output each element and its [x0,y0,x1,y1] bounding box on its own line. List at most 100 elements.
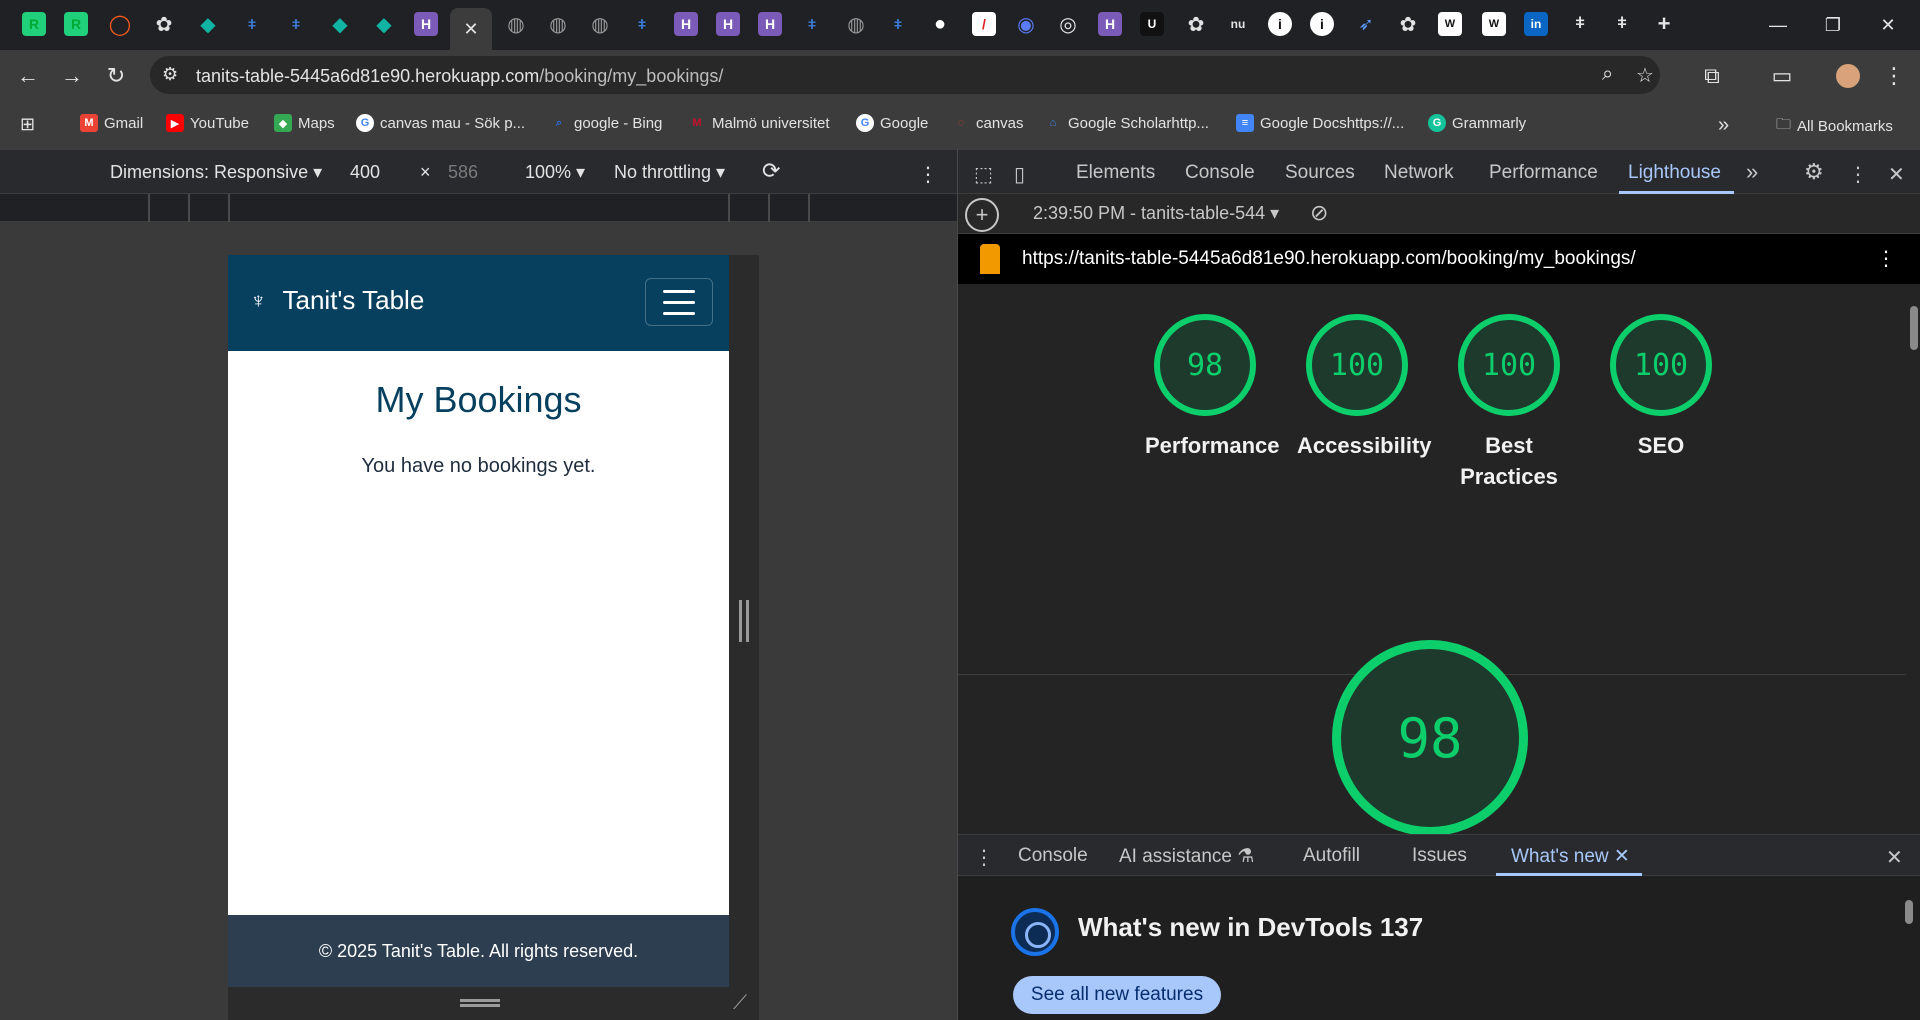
address-url[interactable]: tanits-table-5445a6d81e90.herokuapp.com/… [196,66,723,87]
bookmark-gmail[interactable]: M Gmail [80,114,143,132]
tab-openai-icon[interactable]: ✿ [1184,12,1208,36]
zoom-select[interactable]: 100% ▾ [525,162,585,183]
drawer-tab-console[interactable]: Console [1018,845,1088,867]
score-gauge-best-practices[interactable]: 100 Best Practices [1449,314,1569,492]
devtools-menu-icon[interactable]: ⋮ [1848,162,1868,187]
device-more-icon[interactable]: ⋮ [918,162,938,187]
address-bar[interactable]: ⚙ tanits-table-5445a6d81e90.herokuapp.co… [150,56,1660,94]
tab-performance[interactable]: Performance [1489,162,1598,184]
bookmark-grammarly[interactable]: G Grammarly [1428,114,1526,132]
bookmark-scholar[interactable]: ⌂ Google Scholarhttp... [1044,114,1209,132]
tab-pycharm-icon[interactable]: R [22,12,46,36]
drawer-tab-ai-assistance[interactable]: AI assistance ⚗ [1119,845,1254,868]
close-window-icon[interactable]: ✕ [1868,10,1908,40]
active-tab[interactable]: ✕ [450,8,492,50]
tab-info-icon[interactable]: i [1310,12,1334,36]
score-gauge-accessibility[interactable]: 100 Accessibility [1297,314,1432,461]
tab-lighthouse[interactable]: Lighthouse [1628,162,1721,184]
tab-nu-icon[interactable]: nu [1226,12,1250,36]
bookmarks-overflow-icon[interactable]: » [1718,114,1729,137]
bookmark-bing[interactable]: ⌕ google - Bing [550,114,663,132]
tab-chrome-icon[interactable]: ◎ [1056,12,1080,36]
device-toggle-icon[interactable]: ▯ [1014,162,1025,187]
tab-linkedin-icon[interactable]: in [1524,12,1548,36]
bookmark-canvas[interactable]: ◌ canvas [952,114,1024,132]
report-select[interactable]: 2:39:50 PM - tanits-table-544 ▾ [1033,203,1279,224]
all-bookmarks[interactable]: 🗀 All Bookmarks [1776,114,1893,139]
new-report-icon[interactable]: + [965,198,999,232]
apps-icon[interactable]: ⊞ [20,114,35,135]
tab-heroku-icon[interactable]: H [414,12,438,36]
tab-heroku-icon[interactable]: H [758,12,782,36]
close-drawer-icon[interactable]: ✕ [1886,845,1903,870]
site-info-icon[interactable]: ⚙ [162,64,178,85]
drawer-tab-issues[interactable]: Issues [1412,845,1467,867]
cast-icon[interactable]: ▭ [1766,60,1798,92]
bookmark-google[interactable]: G Google [856,114,928,132]
tab-globe-icon[interactable]: ◍ [546,12,570,36]
rotate-icon[interactable]: ⟳ [762,158,780,184]
tab-info-icon[interactable]: i [1268,12,1292,36]
tab-globe-icon[interactable]: ◍ [504,12,528,36]
tab-github-icon[interactable]: ● [928,12,952,36]
tab-diamond-icon[interactable]: ◆ [196,12,220,36]
throttling-select[interactable]: No throttling ▾ [614,162,725,183]
resize-corner-icon[interactable]: ⟋ [733,992,747,1015]
minimize-icon[interactable]: — [1758,10,1798,40]
clear-reports-icon[interactable]: ⊘ [1310,200,1328,226]
tab-app-icon[interactable]: / [972,12,996,36]
forward-icon[interactable]: → [56,60,88,92]
more-tabs-icon[interactable]: » [1746,159,1758,185]
bookmark-maps[interactable]: ◆ Maps [274,114,335,132]
score-gauge-performance[interactable]: 98 Performance [1145,314,1280,461]
tab-diamond-icon[interactable]: ◆ [328,12,352,36]
height-input[interactable]: 586 [448,162,478,183]
bookmark-malmo[interactable]: M Malmö universitet [688,114,829,132]
back-icon[interactable]: ← [12,60,44,92]
tab-circle-icon[interactable]: ◉ [1014,12,1038,36]
tab-heroku-icon[interactable]: H [1098,12,1122,36]
avatar[interactable] [1832,60,1864,92]
tab-heroku-icon[interactable]: H [674,12,698,36]
tab-udemy-icon[interactable]: U [1140,12,1164,36]
close-devtools-icon[interactable]: ✕ [1888,162,1905,187]
zoom-icon[interactable]: ⌕ [1602,63,1613,86]
report-scrollbar[interactable] [1906,284,1920,834]
tab-wiki-icon[interactable]: W [1438,12,1462,36]
tab-heroku-icon[interactable]: H [716,12,740,36]
dimensions-select[interactable]: Dimensions: Responsive ▾ [110,162,322,183]
drawer-tab-autofill[interactable]: Autofill [1303,845,1360,867]
tab-rocket-icon[interactable]: ➶ [1354,12,1378,36]
drawer-scrollbar-thumb[interactable] [1905,900,1913,924]
tab-pin-icon[interactable]: ǂ [630,12,654,36]
tab-sources[interactable]: Sources [1285,162,1355,184]
media-query-ruler[interactable] [0,194,957,222]
tab-openai-icon[interactable]: ✿ [152,12,176,36]
report-url[interactable]: https://tanits-table-5445a6d81e90.heroku… [1022,248,1636,270]
restore-icon[interactable]: ❐ [1813,10,1853,40]
hamburger-menu-icon[interactable] [645,278,713,326]
tab-console[interactable]: Console [1185,162,1255,184]
settings-gear-icon[interactable]: ⚙ [1804,159,1824,185]
tab-network[interactable]: Network [1384,162,1454,184]
score-gauge-seo[interactable]: 100 SEO [1601,314,1721,461]
drawer-tab-whats-new[interactable]: What's new ✕ [1511,845,1630,868]
bookmark-canvas-search[interactable]: Gcanvas mau - Sök p... [356,114,525,132]
report-menu-icon[interactable]: ⋮ [1876,246,1896,271]
bookmark-star-icon[interactable]: ☆ [1636,63,1654,88]
new-tab-icon[interactable]: + [1652,11,1676,36]
tab-pin-icon[interactable]: ǂ [1568,12,1592,36]
tab-pin-icon[interactable]: ǂ [800,12,824,36]
tab-globe-icon[interactable]: ◍ [844,12,868,36]
extensions-icon[interactable]: ⧉ [1696,60,1728,92]
drawer-menu-icon[interactable]: ⋮ [974,845,994,870]
tab-wiki-icon[interactable]: W [1482,12,1506,36]
report-scrollbar-thumb[interactable] [1910,306,1918,350]
tab-pycharm-icon[interactable]: R [64,12,88,36]
see-all-features-button[interactable]: See all new features [1013,976,1221,1014]
resize-bottom-handle[interactable] [460,999,500,1007]
tab-pin-icon[interactable]: ǂ [1610,12,1634,36]
browser-menu-icon[interactable]: ⋮ [1878,60,1910,92]
tab-pin-icon[interactable]: ǂ [284,12,308,36]
tab-pin-icon[interactable]: ǂ [240,12,264,36]
